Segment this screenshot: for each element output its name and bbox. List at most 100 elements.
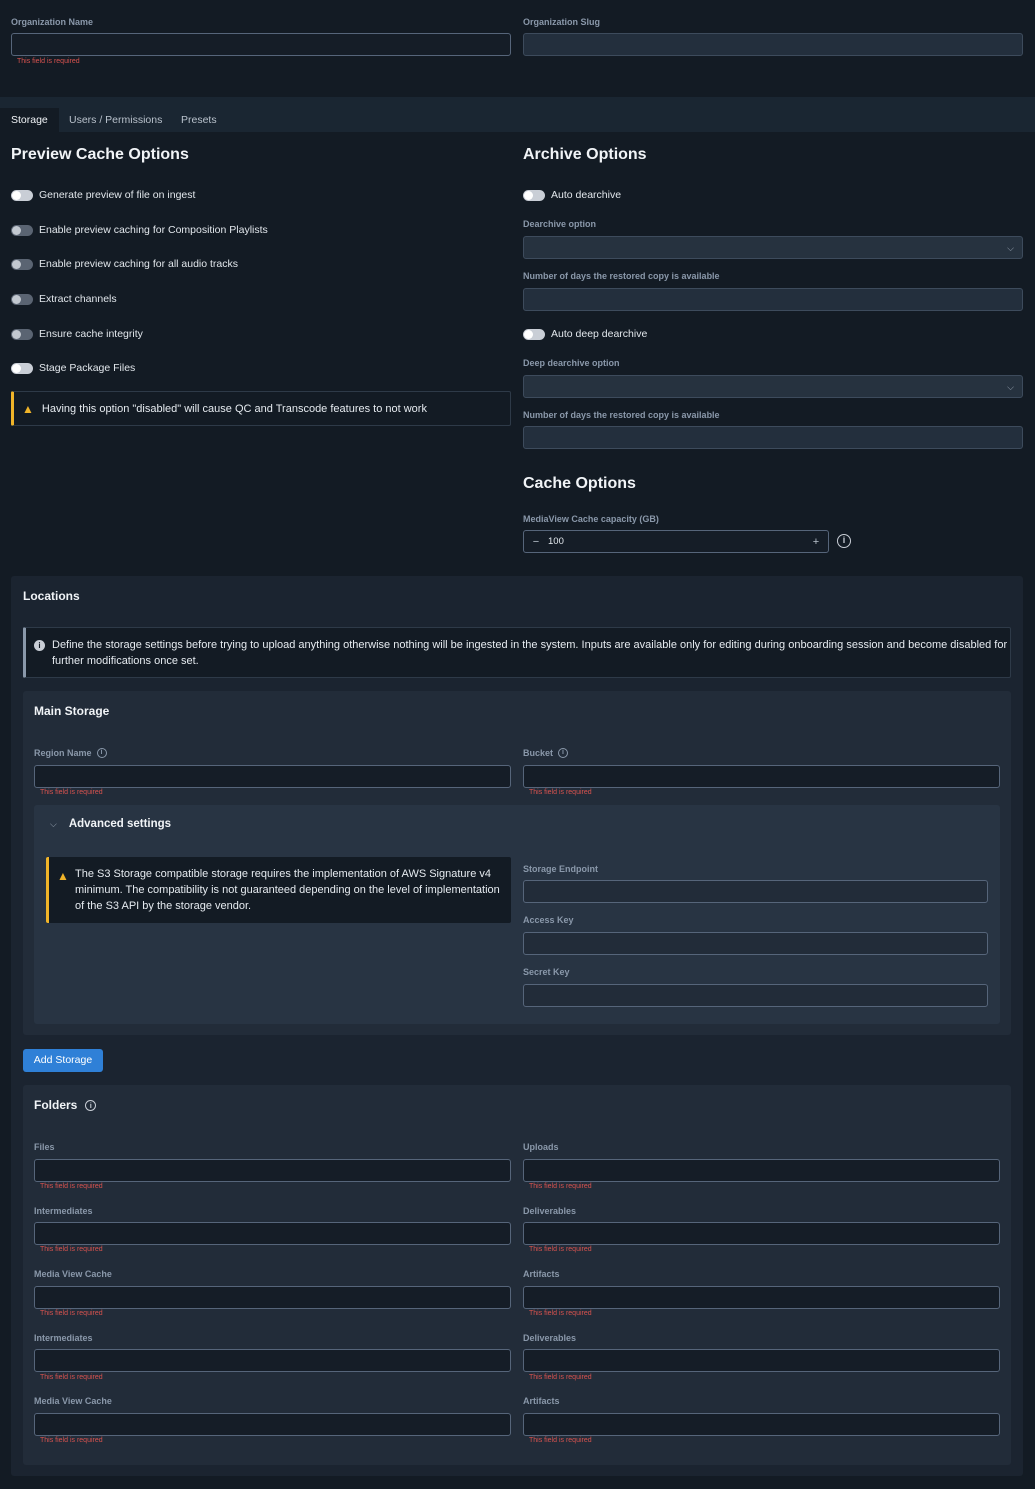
archive-options-title: Archive Options (523, 146, 647, 163)
toggle-label: Stage Package Files (39, 362, 136, 374)
folder-label-media-view-cache-2: Media View Cache (34, 1396, 112, 1406)
toggle-switch[interactable] (11, 258, 33, 270)
folders-title-row: Folders i (34, 1098, 97, 1112)
toggle-label: Extract channels (39, 293, 117, 305)
secret-key-label: Secret Key (523, 967, 570, 977)
org-name-input[interactable] (11, 33, 511, 56)
folder-input-files[interactable] (34, 1159, 511, 1182)
s3-warning-box: ▲ The S3 Storage compatible storage requ… (46, 857, 511, 923)
toggle-row-extract-channels[interactable]: Extract channels (11, 293, 117, 305)
info-icon[interactable]: i (558, 748, 569, 758)
folder-error: This field is required (40, 1183, 103, 1190)
toggle-row-composition-playlists[interactable]: Enable preview caching for Composition P… (11, 224, 268, 236)
folder-error: This field is required (529, 1374, 592, 1381)
folder-error: This field is required (40, 1246, 103, 1253)
folder-input-media-view-cache[interactable] (34, 1286, 511, 1309)
tab-users-permissions[interactable]: Users / Permissions (58, 108, 173, 132)
storage-endpoint-input[interactable] (523, 880, 988, 903)
locations-info-box: i Define the storage settings before try… (23, 627, 1011, 678)
folder-error: This field is required (40, 1374, 103, 1381)
folder-error: This field is required (529, 1246, 592, 1253)
tab-storage[interactable]: Storage (0, 108, 59, 132)
toggle-label: Enable preview caching for Composition P… (39, 224, 268, 236)
warning-icon: ▲ (57, 869, 69, 883)
folder-label-files: Files (34, 1142, 55, 1152)
s3-warning-text: The S3 Storage compatible storage requir… (75, 868, 500, 912)
folder-input-intermediates[interactable] (34, 1222, 511, 1245)
toggle-row-generate-preview[interactable]: Generate preview of file on ingest (11, 189, 195, 201)
cache-capacity-value[interactable]: 100 (548, 536, 804, 547)
info-icon[interactable]: i (837, 534, 851, 548)
access-key-input[interactable] (523, 932, 988, 955)
tab-presets[interactable]: Presets (170, 108, 228, 132)
toggle-row-auto-dearchive[interactable]: Auto dearchive (523, 189, 621, 201)
toggle-switch[interactable] (523, 328, 545, 340)
toggle-switch[interactable] (11, 293, 33, 305)
folders-panel (23, 1085, 1011, 1465)
region-name-label: Region Name (34, 748, 92, 758)
folder-label-artifacts: Artifacts (523, 1269, 560, 1279)
toggle-label: Generate preview of file on ingest (39, 189, 196, 201)
folder-label-deliverables-2: Deliverables (523, 1333, 577, 1343)
folder-error: This field is required (40, 1437, 103, 1444)
toggle-label: Auto dearchive (551, 189, 622, 201)
toggle-switch[interactable] (11, 224, 33, 236)
restored-days-label-2: Number of days the restored copy is avai… (523, 410, 720, 420)
warning-icon: ▲ (22, 401, 34, 416)
warning-text: Having this option "disabled" will cause… (41, 402, 427, 415)
folder-label-uploads: Uploads (523, 1142, 559, 1152)
locations-info-text: Define the storage settings before tryin… (52, 639, 1008, 667)
add-storage-button[interactable]: Add Storage (23, 1049, 103, 1072)
toggle-label: Ensure cache integrity (39, 328, 143, 340)
bucket-error: This field is required (529, 789, 592, 796)
info-icon[interactable]: i (96, 748, 107, 758)
dearchive-option-label: Dearchive option (523, 219, 597, 229)
info-icon[interactable]: i (85, 1099, 97, 1111)
toggle-switch[interactable] (11, 189, 33, 201)
org-slug-input[interactable] (523, 33, 1023, 56)
toggle-switch[interactable] (11, 362, 33, 374)
bucket-input[interactable] (523, 765, 1000, 788)
folder-input-media-view-cache-2[interactable] (34, 1413, 511, 1436)
org-name-error: This field is required (17, 58, 80, 65)
folder-input-deliverables-2[interactable] (523, 1349, 1000, 1372)
folder-label-deliverables: Deliverables (523, 1206, 577, 1216)
toggle-row-cache-integrity[interactable]: Ensure cache integrity (11, 328, 143, 340)
folder-label-artifacts-2: Artifacts (523, 1396, 560, 1406)
restored-days-input-2[interactable] (523, 426, 1023, 449)
toggle-row-audio-tracks[interactable]: Enable preview caching for all audio tra… (11, 258, 238, 270)
region-name-label-row: Region Name i (34, 748, 107, 758)
deep-dearchive-option-label: Deep dearchive option (523, 358, 620, 368)
folder-input-deliverables[interactable] (523, 1222, 1000, 1245)
deep-dearchive-option-select[interactable]: ⌵ (523, 375, 1023, 398)
locations-title: Locations (23, 589, 80, 603)
access-key-label: Access Key (523, 915, 574, 925)
folder-label-intermediates-2: Intermediates (34, 1333, 93, 1343)
region-name-error: This field is required (40, 789, 103, 796)
restored-days-input-1[interactable] (523, 288, 1023, 311)
folder-label-intermediates: Intermediates (34, 1206, 93, 1216)
chevron-down-icon: ⌵ (50, 818, 57, 829)
decrement-button[interactable]: − (524, 536, 548, 548)
cache-options-title: Cache Options (523, 475, 636, 492)
stage-package-warning: ▲ Having this option "disabled" will cau… (11, 391, 511, 426)
toggle-switch[interactable] (523, 189, 545, 201)
folder-input-uploads[interactable] (523, 1159, 1000, 1182)
restored-days-label-1: Number of days the restored copy is avai… (523, 271, 720, 281)
toggle-row-auto-deep-dearchive[interactable]: Auto deep dearchive (523, 328, 647, 340)
toggle-row-stage-package[interactable]: Stage Package Files (11, 362, 135, 374)
cache-capacity-stepper[interactable]: − 100 + (523, 530, 829, 553)
org-name-label: Organization Name (11, 17, 94, 27)
dearchive-option-select[interactable]: ⌵ (523, 236, 1023, 259)
folder-input-intermediates-2[interactable] (34, 1349, 511, 1372)
advanced-settings-toggle[interactable]: ⌵ Advanced settings (50, 818, 171, 830)
folder-error: This field is required (529, 1310, 592, 1317)
region-name-input[interactable] (34, 765, 511, 788)
folder-input-artifacts-2[interactable] (523, 1413, 1000, 1436)
bucket-label: Bucket (523, 748, 554, 758)
toggle-switch[interactable] (11, 328, 33, 340)
tab-bar: Storage Users / Permissions Presets (0, 97, 1035, 132)
secret-key-input[interactable] (523, 984, 988, 1007)
increment-button[interactable]: + (804, 536, 828, 548)
folder-input-artifacts[interactable] (523, 1286, 1000, 1309)
